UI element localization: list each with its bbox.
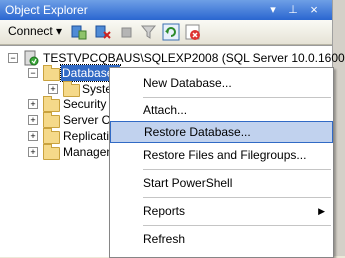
context-menu: New Database... Attach... Restore Databa…: [109, 67, 334, 258]
auto-hide-pin-icon[interactable]: ⊥: [286, 3, 300, 17]
security-label: Security: [63, 97, 107, 111]
folder-icon: [43, 65, 60, 81]
disconnect-icon[interactable]: [94, 23, 112, 41]
menu-separator: [143, 225, 331, 226]
expand-icon[interactable]: +: [48, 84, 58, 94]
menu-separator: [143, 197, 331, 198]
folder-icon: [43, 128, 60, 144]
menu-item-new-database[interactable]: New Database...: [110, 72, 333, 94]
menu-item-refresh[interactable]: Refresh: [110, 228, 333, 250]
expand-icon[interactable]: +: [28, 99, 38, 109]
menu-separator: [143, 169, 331, 170]
reports-label: Reports: [143, 204, 186, 218]
server-icon: [24, 50, 39, 66]
connect-db-icon[interactable]: [70, 23, 88, 41]
refresh-icon[interactable]: [162, 23, 180, 41]
menu-separator: [143, 97, 331, 98]
tree-node-server[interactable]: − TESTVPCQBAUS\SQLEXP2008 (SQL Server 10…: [0, 50, 345, 66]
close-icon[interactable]: ×: [307, 3, 321, 17]
toolbar: Connect ▾: [0, 20, 332, 45]
menu-item-attach[interactable]: Attach...: [110, 99, 333, 121]
menu-item-start-powershell[interactable]: Start PowerShell: [110, 172, 333, 194]
replication-label: Replicatio: [63, 129, 116, 143]
window-position-icon[interactable]: ▾: [266, 3, 280, 17]
menu-item-restore-database[interactable]: Restore Database...: [110, 121, 333, 143]
collapse-icon[interactable]: −: [8, 53, 18, 63]
sync-icon[interactable]: [184, 23, 202, 41]
server-objects-label: Server Ol: [63, 113, 114, 127]
menu-item-reports[interactable]: Reports ▶: [110, 200, 333, 222]
filter-icon[interactable]: [140, 23, 158, 41]
menu-item-restore-files[interactable]: Restore Files and Filegroups...: [110, 144, 333, 166]
folder-icon: [43, 96, 60, 112]
folder-icon: [43, 144, 60, 160]
connect-button[interactable]: Connect ▾: [4, 23, 66, 40]
server-label: TESTVPCQBAUS\SQLEXP2008 (SQL Server 10.0…: [43, 51, 345, 65]
object-explorer-titlebar: Object Explorer ▾ ⊥ ×: [0, 0, 332, 20]
expand-icon[interactable]: +: [28, 131, 38, 141]
expand-icon[interactable]: +: [28, 115, 38, 125]
stop-icon[interactable]: [118, 23, 136, 41]
expand-icon[interactable]: +: [28, 147, 38, 157]
panel-title: Object Explorer: [5, 3, 88, 17]
folder-icon: [43, 112, 60, 128]
collapse-icon[interactable]: −: [28, 68, 38, 78]
system-databases-label: Syste: [82, 82, 113, 96]
submenu-arrow-icon: ▶: [318, 206, 325, 216]
